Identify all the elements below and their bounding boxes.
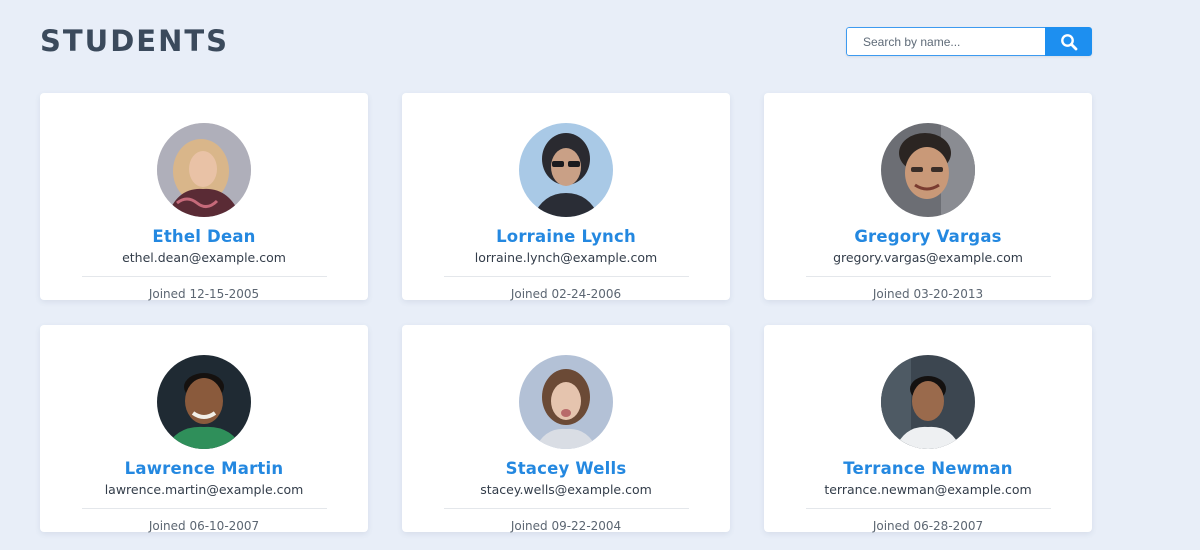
student-joined-date: Joined 06-28-2007	[872, 519, 984, 533]
student-joined-date: Joined 02-24-2006	[510, 287, 622, 301]
student-name[interactable]: Terrance Newman	[764, 459, 1092, 479]
student-avatar	[881, 355, 975, 449]
student-joined-date: Joined 09-22-2004	[510, 519, 622, 533]
student-grid: Ethel Dean ethel.dean@example.com Joined…	[40, 93, 1092, 533]
student-joined-date: Joined 06-10-2007	[148, 519, 260, 533]
search-button[interactable]	[1045, 27, 1092, 56]
student-email: lorraine.lynch@example.com	[474, 250, 658, 265]
student-card[interactable]: Stacey Wells stacey.wells@example.com Jo…	[402, 325, 730, 533]
student-card[interactable]: Ethel Dean ethel.dean@example.com Joined…	[40, 93, 368, 301]
student-joined-date: Joined 12-15-2005	[148, 287, 260, 301]
student-email: lawrence.martin@example.com	[104, 482, 304, 497]
student-email: stacey.wells@example.com	[480, 482, 652, 497]
student-avatar	[519, 355, 613, 449]
student-card[interactable]: Lorraine Lynch lorraine.lynch@example.co…	[402, 93, 730, 301]
card-divider	[443, 276, 689, 277]
student-card[interactable]: Gregory Vargas gregory.vargas@example.co…	[764, 93, 1092, 301]
student-email: gregory.vargas@example.com	[833, 250, 1023, 265]
student-card[interactable]: Lawrence Martin lawrence.martin@example.…	[40, 325, 368, 533]
search-icon	[1060, 33, 1077, 50]
student-avatar	[157, 123, 251, 217]
student-joined-date: Joined 03-20-2013	[872, 287, 984, 301]
student-avatar	[881, 123, 975, 217]
student-avatar	[519, 123, 613, 217]
card-divider	[81, 508, 327, 509]
student-name[interactable]: Lawrence Martin	[40, 459, 368, 479]
card-divider	[805, 276, 1051, 277]
search-input[interactable]	[846, 27, 1045, 56]
student-name[interactable]: Gregory Vargas	[764, 227, 1092, 247]
card-divider	[81, 276, 327, 277]
card-divider	[805, 508, 1051, 509]
student-name[interactable]: Ethel Dean	[40, 227, 368, 247]
search-bar	[846, 27, 1092, 56]
student-avatar	[157, 355, 251, 449]
student-email: ethel.dean@example.com	[122, 250, 286, 265]
student-name[interactable]: Lorraine Lynch	[402, 227, 730, 247]
page-title: STUDENTS	[40, 24, 230, 58]
card-divider	[443, 508, 689, 509]
student-name[interactable]: Stacey Wells	[402, 459, 730, 479]
student-email: terrance.newman@example.com	[824, 482, 1032, 497]
student-card[interactable]: Terrance Newman terrance.newman@example.…	[764, 325, 1092, 533]
